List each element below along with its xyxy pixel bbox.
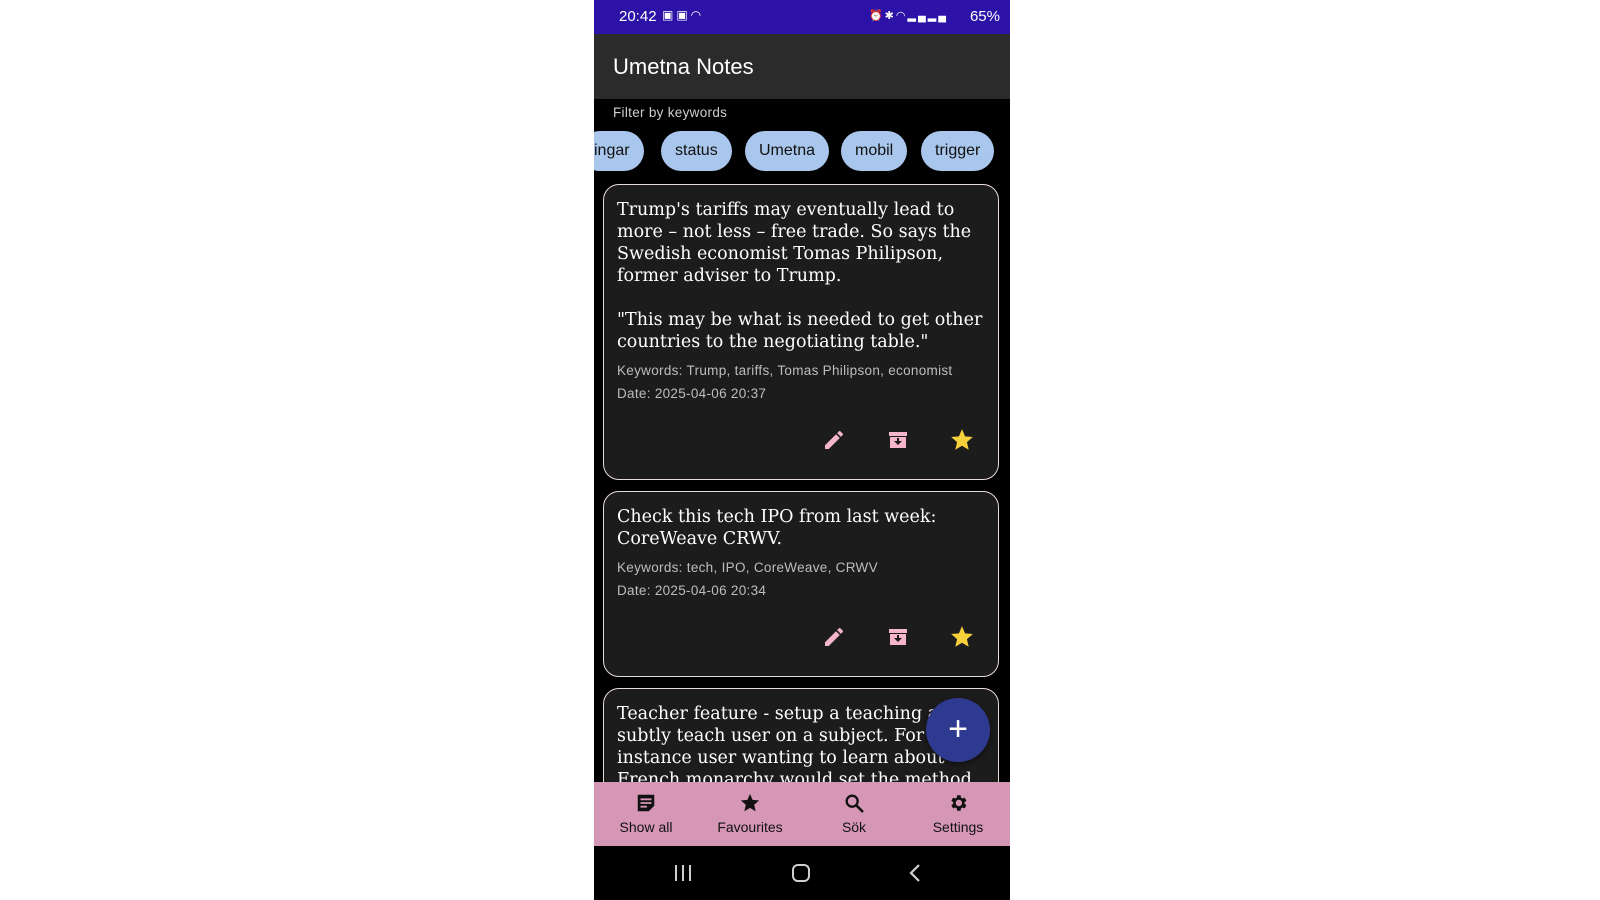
edit-button[interactable] bbox=[814, 617, 854, 657]
nav-favourites[interactable]: Favourites bbox=[698, 782, 802, 846]
note-date: Date: 2025-04-06 20:37 bbox=[617, 386, 767, 401]
star-icon bbox=[951, 429, 973, 450]
edit-button[interactable] bbox=[814, 420, 854, 460]
favourite-button[interactable] bbox=[942, 617, 982, 657]
system-navigation-bar bbox=[594, 846, 1010, 900]
archive-icon bbox=[889, 432, 907, 448]
favourite-button[interactable] bbox=[942, 420, 982, 460]
edit-icon bbox=[825, 627, 844, 646]
keyword-chip[interactable]: ingar bbox=[594, 131, 644, 171]
nav-label: Settings bbox=[932, 819, 984, 835]
archive-button[interactable] bbox=[878, 420, 918, 460]
note-date: Date: 2025-04-06 20:34 bbox=[617, 583, 767, 598]
archive-button[interactable] bbox=[878, 617, 918, 657]
archive-icon bbox=[889, 629, 907, 645]
nav-label: Favourites bbox=[717, 819, 783, 835]
back-icon[interactable] bbox=[908, 863, 922, 883]
note-card[interactable]: Trump's tariffs may eventually lead to m… bbox=[603, 184, 999, 480]
app-bar: Umetna Notes bbox=[594, 34, 1010, 99]
filter-label: Filter by keywords bbox=[613, 105, 728, 120]
star-icon bbox=[740, 793, 760, 812]
edit-icon bbox=[825, 430, 844, 449]
note-card[interactable]: Check this tech IPO from last week: Core… bbox=[603, 491, 999, 677]
battery-level: 65% bbox=[969, 8, 1000, 25]
add-note-button[interactable]: + bbox=[926, 698, 990, 762]
keyword-chip[interactable]: status bbox=[661, 131, 732, 171]
notification-icons: ▣▣◠ bbox=[662, 8, 705, 22]
nav-search[interactable]: Sök bbox=[802, 782, 906, 846]
nav-label: Sök bbox=[841, 819, 867, 835]
recent-apps-icon[interactable] bbox=[673, 864, 693, 882]
home-icon[interactable] bbox=[791, 863, 811, 883]
gear-icon bbox=[951, 795, 967, 811]
status-bar: 20:42 ▣▣◠ ⏰✱◠▂▄▂▄ 65% bbox=[594, 0, 1010, 34]
note-text: Check this tech IPO from last week: Core… bbox=[617, 507, 942, 549]
nav-settings[interactable]: Settings bbox=[906, 782, 1010, 846]
star-icon bbox=[951, 626, 973, 647]
search-icon bbox=[845, 794, 864, 813]
app-title: Umetna Notes bbox=[613, 54, 754, 79]
nav-show-all[interactable]: Show all bbox=[594, 782, 698, 846]
status-time: 20:42 bbox=[619, 8, 657, 25]
keyword-chip[interactable]: trigger bbox=[921, 131, 995, 171]
nav-label: Show all bbox=[619, 819, 673, 835]
system-status-icons: ⏰✱◠▂▄▂▄ bbox=[868, 10, 948, 22]
bottom-navigation: Show all Favourites Sök Settings bbox=[594, 782, 1010, 846]
keyword-chip[interactable]: Umetna bbox=[745, 131, 830, 171]
note-keywords: Keywords: tech, IPO, CoreWeave, CRWV bbox=[617, 560, 878, 575]
note-keywords: Keywords: Trump, tariffs, Tomas Philipso… bbox=[617, 363, 953, 378]
keyword-chip[interactable]: mobil bbox=[841, 131, 908, 171]
plus-icon: + bbox=[948, 710, 968, 748]
keyword-chip-row[interactable]: ingar status Umetna mobil trigger bbox=[594, 131, 1010, 173]
note-text: Trump's tariffs may eventually lead to m… bbox=[617, 200, 983, 352]
phone-screen: 20:42 ▣▣◠ ⏰✱◠▂▄▂▄ 65% Umetna Notes Filte… bbox=[594, 0, 1010, 900]
notes-icon bbox=[637, 794, 655, 812]
